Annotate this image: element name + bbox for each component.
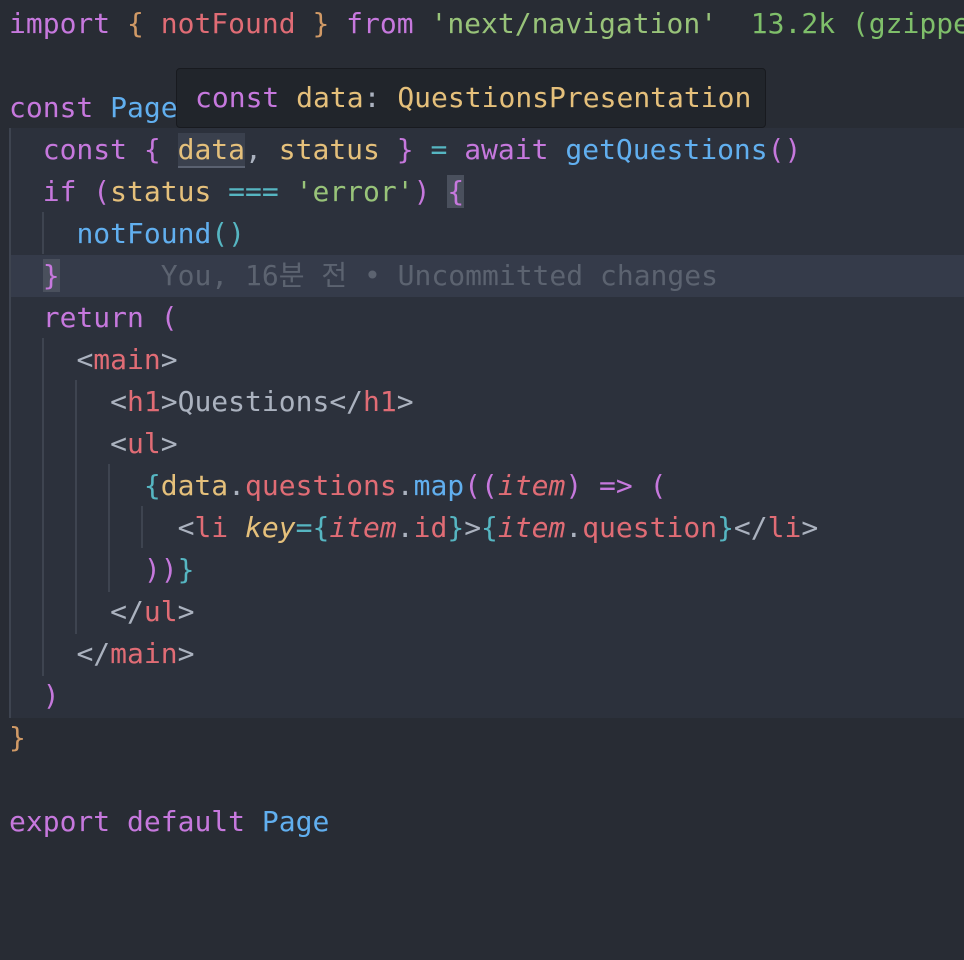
token: ((: [464, 469, 498, 502]
token: return: [42, 301, 144, 334]
token: question: [582, 511, 718, 544]
token: )): [143, 553, 178, 586]
token: questions: [245, 469, 397, 502]
matching-bracket: }: [42, 259, 60, 292]
token: map: [413, 469, 465, 502]
tooltip-keyword: const: [195, 81, 280, 114]
code-line-4[interactable]: const { data, status } = await getQuesti…: [0, 129, 964, 171]
tooltip-name: data: [296, 81, 364, 114]
token: }: [396, 133, 414, 166]
token: const: [9, 91, 94, 124]
code-editor[interactable]: import { notFound } from 'next/navigatio…: [0, 0, 964, 960]
code-line-10[interactable]: <h1>Questions</h1>: [0, 381, 964, 423]
code-line-18[interactable]: }: [0, 717, 964, 759]
token: ): [565, 469, 583, 502]
tooltip-colon: :: [363, 81, 381, 114]
token: notFound: [160, 7, 296, 40]
code-line-11[interactable]: <ul>: [0, 423, 964, 465]
code-line-15[interactable]: </ul>: [0, 591, 964, 633]
token: if: [42, 175, 77, 208]
token: Page: [261, 805, 330, 838]
token: (: [160, 301, 178, 334]
token: from: [346, 7, 414, 40]
token: Page: [110, 91, 178, 124]
token: li: [194, 511, 229, 544]
token: ul: [127, 427, 161, 460]
token: {: [143, 469, 161, 502]
git-blame-annotation: You, 16분 전 • Uncommitted changes: [160, 259, 718, 292]
token: }: [312, 7, 330, 40]
token: ): [42, 679, 60, 712]
token: (): [211, 217, 246, 250]
token: {: [127, 7, 144, 40]
token: item: [497, 511, 566, 544]
token: =: [430, 133, 448, 166]
token: h1: [363, 385, 397, 418]
token: ===: [228, 175, 279, 208]
import-size-annotation: 13.2k (gzippe: [750, 7, 964, 40]
tooltip-type: QuestionsPresentation: [397, 81, 752, 114]
code-line-16[interactable]: </main>: [0, 633, 964, 675]
code-line-20[interactable]: export default Page: [0, 801, 964, 843]
token: h1: [127, 385, 161, 418]
token: }: [177, 553, 195, 586]
token: ): [413, 175, 431, 208]
token: main: [110, 637, 178, 670]
code-line-7[interactable]: } You, 16분 전 • Uncommitted changes: [0, 255, 964, 297]
token: status: [110, 175, 212, 208]
token: id: [413, 511, 448, 544]
token: (: [93, 175, 111, 208]
token: }: [9, 721, 26, 754]
token: Questions: [177, 385, 330, 418]
token: item: [329, 511, 397, 544]
token: export: [9, 805, 111, 838]
token: const: [42, 133, 128, 166]
token: notFound: [76, 217, 212, 250]
token: getQuestions: [565, 133, 768, 166]
token: 'error': [295, 175, 414, 208]
token: status: [278, 133, 380, 166]
token: import: [9, 7, 111, 40]
matching-bracket: {: [447, 175, 465, 208]
code-line-9[interactable]: <main>: [0, 339, 964, 381]
token: default: [127, 805, 246, 838]
token: data: [160, 469, 229, 502]
token: await: [464, 133, 549, 166]
type-hover-tooltip: const data: QuestionsPresentation: [176, 68, 766, 128]
token: =>: [599, 469, 633, 502]
token: main: [93, 343, 161, 376]
code-line-6[interactable]: notFound(): [0, 213, 964, 255]
code-line-13[interactable]: <li key={item.id}>{item.question}</li>: [0, 507, 964, 549]
token: item: [497, 469, 566, 502]
token: {: [143, 133, 161, 166]
code-line-8[interactable]: return (: [0, 297, 964, 339]
code-line-14[interactable]: ))}: [0, 549, 964, 591]
code-line-5[interactable]: if (status === 'error') {: [0, 171, 964, 213]
token: key: [245, 511, 296, 544]
token: li: [767, 511, 802, 544]
code-line-12[interactable]: {data.questions.map((item) => (: [0, 465, 964, 507]
token: ul: [143, 595, 178, 628]
token: 'next/navigation': [430, 7, 718, 40]
code-line-17[interactable]: ): [0, 675, 964, 717]
token-data-highlighted: data: [177, 133, 246, 166]
code-line-1[interactable]: import { notFound } from 'next/navigatio…: [0, 3, 964, 45]
token: (: [649, 469, 667, 502]
token: (): [767, 133, 802, 166]
